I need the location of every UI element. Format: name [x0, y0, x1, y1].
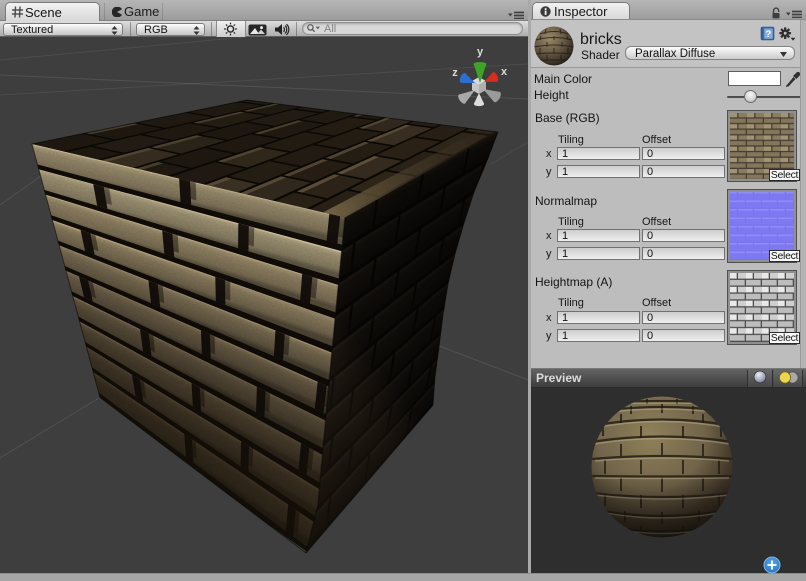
svg-text:y: y [477, 46, 484, 58]
svg-text:?: ? [765, 29, 771, 40]
svg-text:x: x [501, 66, 508, 78]
svg-text:z: z [452, 67, 458, 79]
